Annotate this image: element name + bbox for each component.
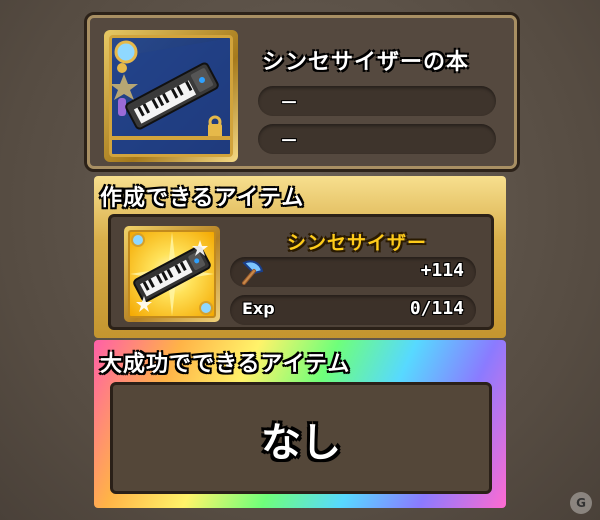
book-art [112, 38, 230, 154]
synthesizer-book-icon [109, 35, 233, 157]
book-info-row-2: － [258, 124, 496, 154]
book-info-row-1: － [258, 86, 496, 116]
exp-value: 0/114 [409, 298, 464, 319]
axe-icon [238, 259, 266, 289]
watermark-logo: G [570, 492, 592, 514]
item-icon-frame [124, 226, 220, 322]
exp-label: Exp [242, 299, 275, 318]
synthesizer-icon [128, 230, 216, 318]
exp-stat-row: Exp 0/114 [230, 295, 476, 325]
book-info-value-1: － [280, 93, 298, 114]
book-name: シンセサイザーの本 [262, 50, 470, 75]
attack-stat-row: +114 [230, 257, 476, 287]
attack-value: +114 [420, 260, 464, 281]
item-name: シンセサイザー [286, 232, 427, 254]
craftable-section-label: 作成できるアイテム [100, 186, 305, 211]
book-icon-frame [104, 30, 238, 162]
book-info-value-2: － [280, 131, 298, 152]
no-item-text: なし [261, 420, 341, 466]
synthesizer-art [130, 232, 214, 316]
great-success-section-label: 大成功でできるアイテム [100, 352, 351, 377]
